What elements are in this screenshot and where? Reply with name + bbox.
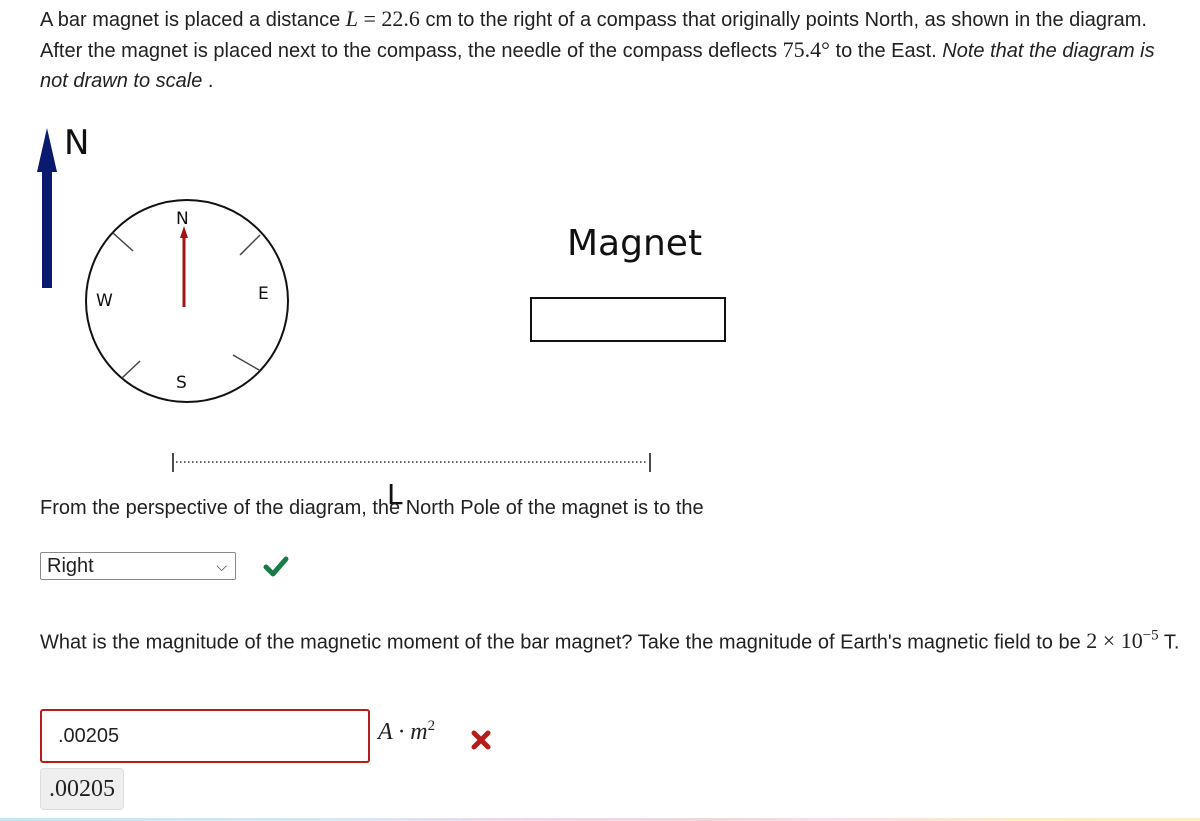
question-1-text: From the perspective of the diagram, the… <box>40 497 704 519</box>
compass-label-s: S <box>176 373 187 393</box>
distance-value: 22.6 <box>381 6 420 31</box>
prompt-text: A bar magnet is placed a distance <box>40 9 346 31</box>
magnet-label: Magnet <box>567 223 702 264</box>
distance-expression: L = 22.6 <box>345 6 420 31</box>
deflection-angle: 75.4° <box>782 37 830 62</box>
bar-magnet <box>530 297 726 342</box>
earth-field-value: 2 × 10−5 <box>1086 628 1159 654</box>
magnetic-moment-input[interactable]: .00205 <box>40 709 370 763</box>
compass-label-w: W <box>96 291 113 311</box>
question-2-text: What is the magnitude of the magnetic mo… <box>40 628 1180 654</box>
cross-icon <box>471 730 491 750</box>
compass-label-e: E <box>258 284 269 304</box>
compass-magnet-diagram: N N E S W Magnet L <box>37 123 726 511</box>
compass-label-n: N <box>176 209 189 229</box>
north-arrow-icon <box>37 128 57 288</box>
unit-label: A · m2 <box>378 718 436 745</box>
chevron-down-icon: ⌵ <box>216 558 227 574</box>
compass-needle <box>180 226 188 307</box>
select-value: Right <box>47 555 94 577</box>
north-pole-direction-select[interactable]: Right ⌵ <box>40 552 236 580</box>
checkmark-icon <box>263 556 289 577</box>
north-arrow-label: N <box>64 123 89 163</box>
answer-preview: .00205 <box>40 768 124 810</box>
problem-statement: A bar magnet is placed a distance L = 22… <box>40 6 1155 92</box>
distance-marker <box>172 453 651 472</box>
